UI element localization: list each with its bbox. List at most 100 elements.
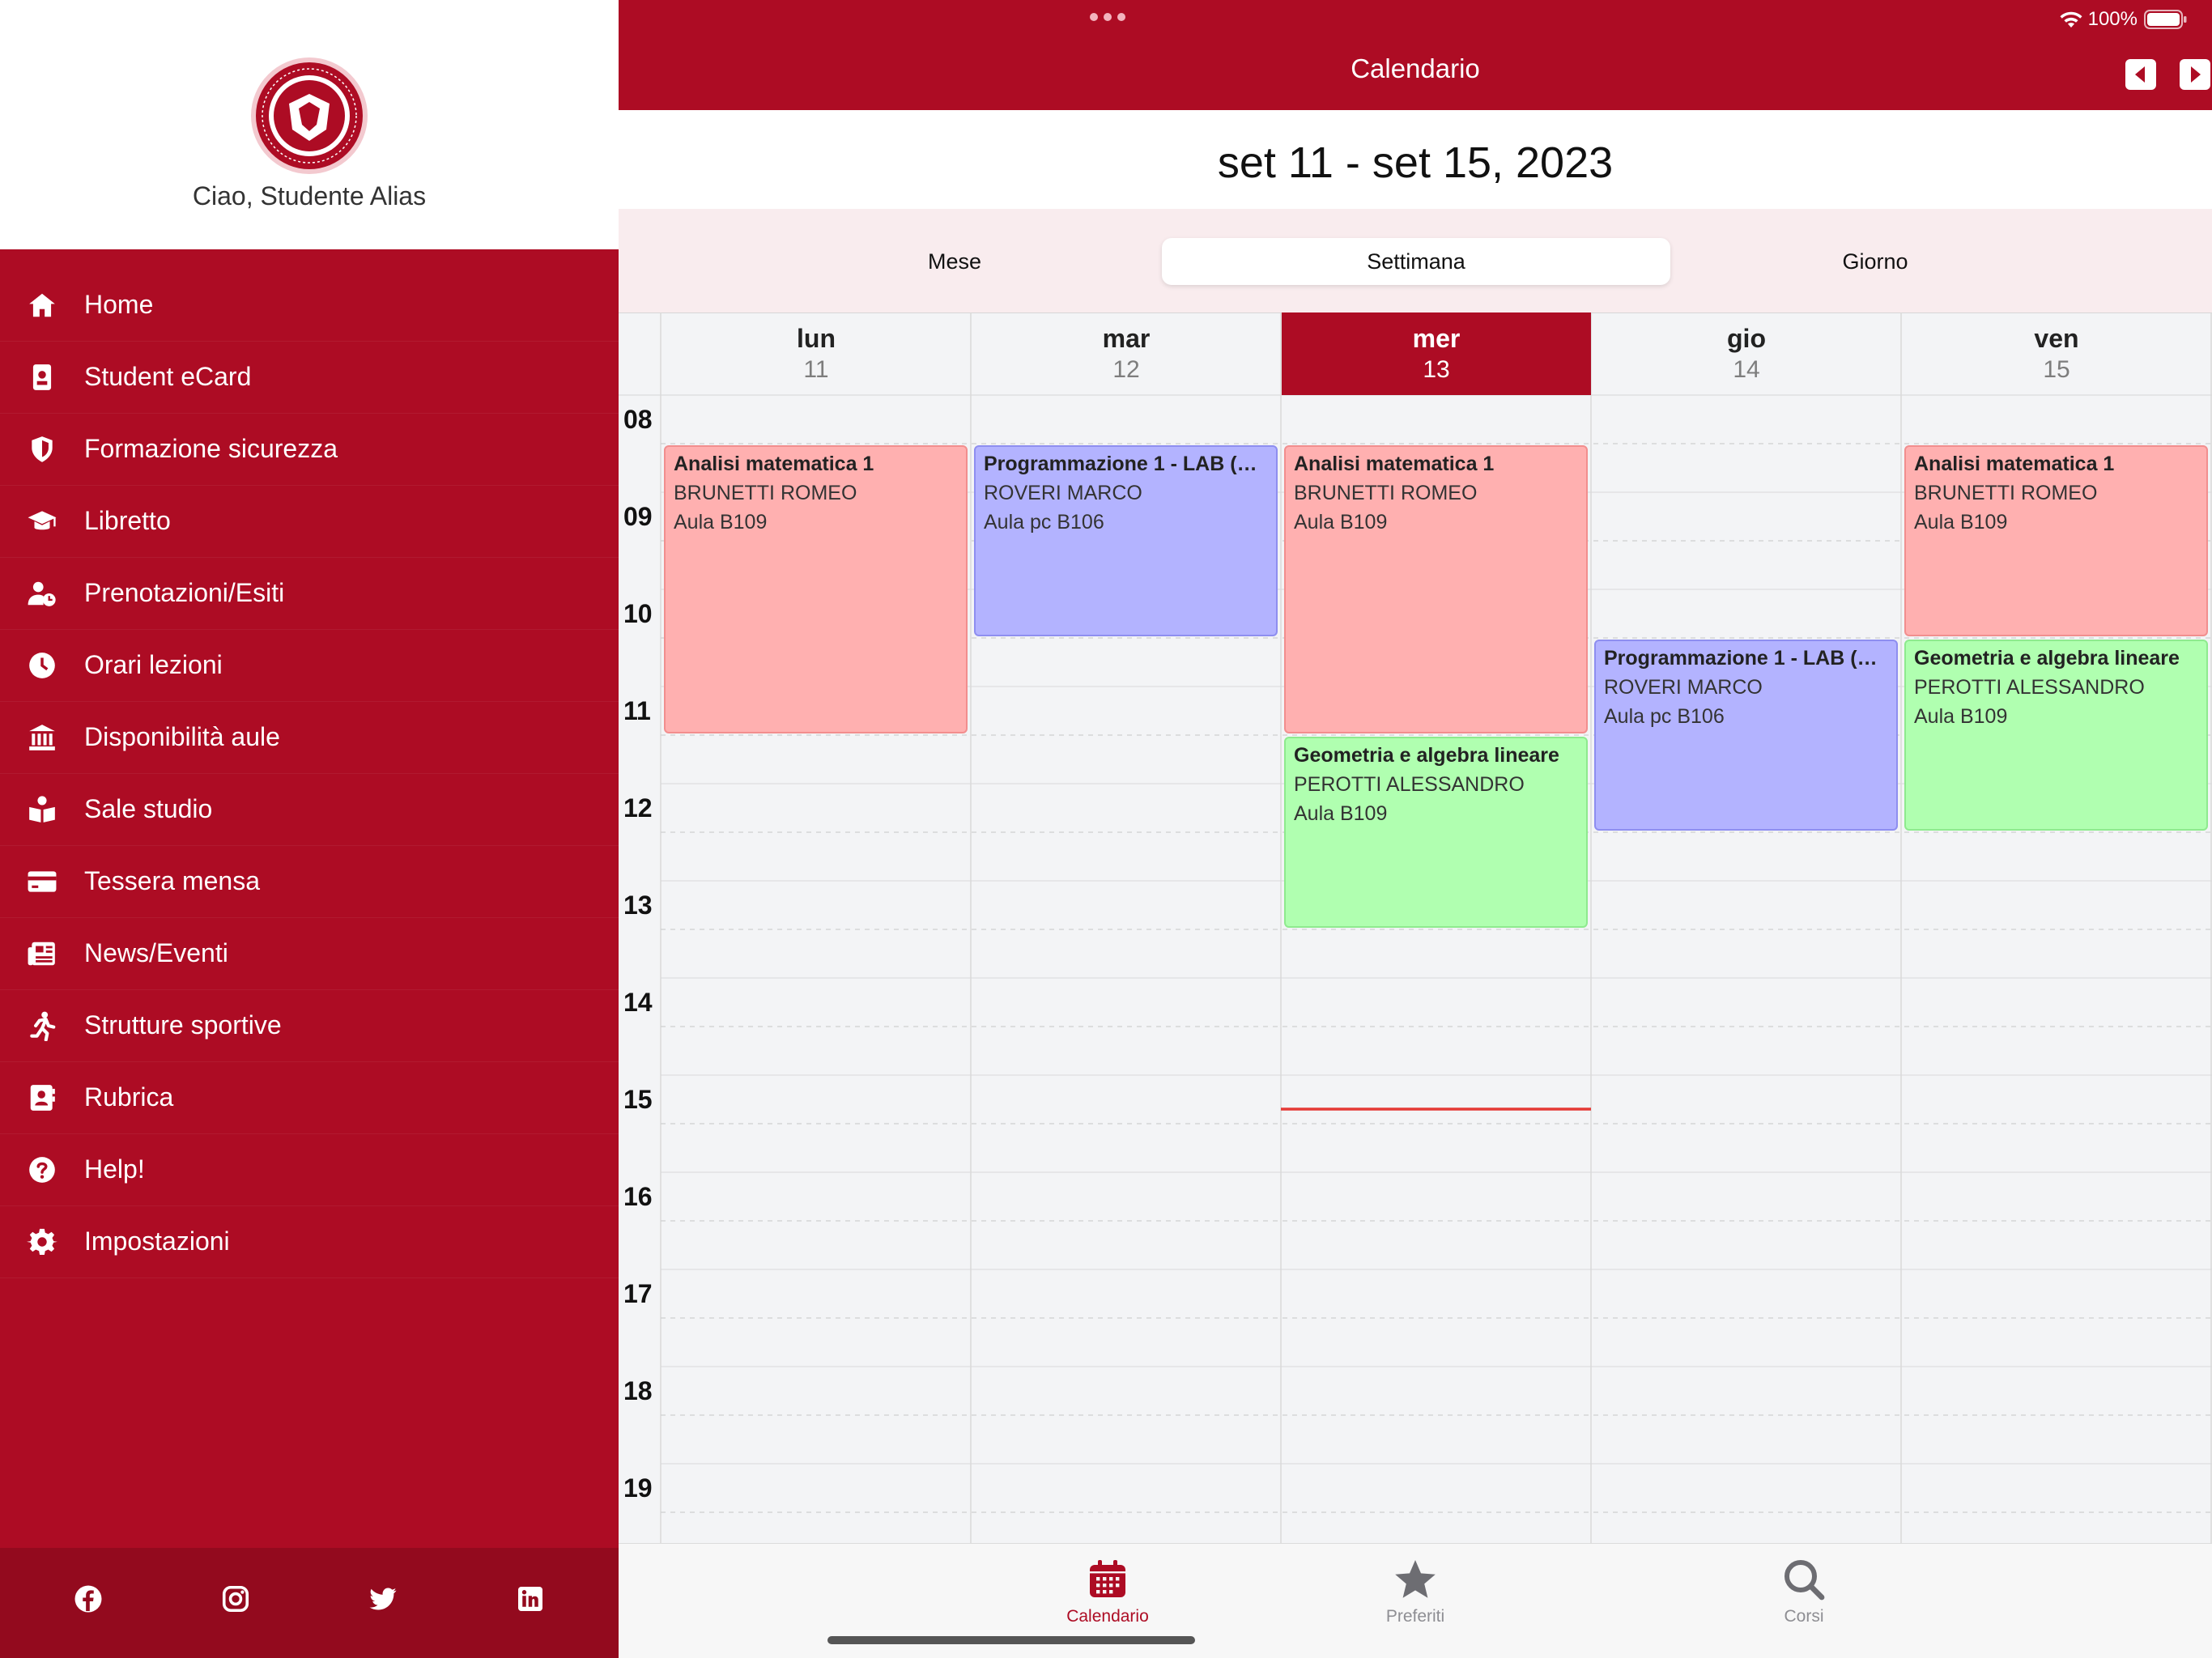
next-week-button[interactable]: [2180, 59, 2210, 90]
home-indicator: [827, 1636, 1195, 1644]
calendar-event[interactable]: Geometria e algebra lineare PEROTTI ALESS…: [1284, 737, 1588, 928]
navigation-bar: 100% Calendario: [619, 0, 2212, 110]
sidebar-item-news-eventi[interactable]: News/Eventi: [0, 918, 619, 990]
battery-icon: [2144, 10, 2187, 29]
university-seal-logo: [251, 57, 368, 174]
calendar-icon: [1090, 1560, 1125, 1597]
hour-label: 18: [623, 1376, 653, 1405]
event-room: Aula B109: [1294, 802, 1388, 825]
running-icon: [30, 1011, 56, 1041]
hour-label: 14: [623, 988, 653, 1017]
sidebar-item-prenotazioni-esiti[interactable]: Prenotazioni/Esiti: [0, 558, 619, 630]
sidebar-item-label: Tessera mensa: [84, 866, 260, 895]
hour-label: 17: [623, 1279, 653, 1308]
clock-icon: [29, 653, 55, 678]
caret-left-icon: [2135, 66, 2145, 83]
day-header-gio[interactable]: gio 14: [1592, 312, 1901, 395]
hour-label: 19: [623, 1473, 653, 1503]
event-title: Programmazione 1 - LAB (gruppo 2): [1604, 647, 1888, 670]
calendar-event[interactable]: Programmazione 1 - LAB (gruppo 1) ROVERI …: [974, 445, 1278, 636]
day-number: 12: [1112, 356, 1140, 383]
event-room: Aula pc B106: [984, 511, 1104, 534]
sidebar-item-formazione-sicurezza[interactable]: Formazione sicurezza: [0, 414, 619, 486]
sidebar: Ciao, Studente Alias Home Student eCard …: [0, 0, 619, 1658]
day-name: ven: [2034, 324, 2079, 353]
calendar-event[interactable]: Geometria e algebra lineare PEROTTI ALESS…: [1904, 640, 2208, 831]
twitter-icon[interactable]: [368, 1584, 398, 1613]
sidebar-item-label: Home: [84, 290, 154, 319]
calendar-event[interactable]: Analisi matematica 1 BRUNETTI ROMEO Aula B…: [664, 445, 968, 733]
sidebar-item-label: Formazione sicurezza: [84, 434, 338, 463]
status-bar: 100%: [2059, 6, 2188, 32]
event-title: Geometria e algebra lineare: [1914, 647, 2180, 670]
tab-label: Calendario: [1066, 1607, 1149, 1626]
week-calendar: lun 11 mar 12 mer 13 gio 14 ven 15 08 09 10 11 12 13 14…: [619, 312, 2212, 1543]
hour-label: 10: [623, 599, 653, 628]
calendar-event[interactable]: Analisi matematica 1 BRUNETTI ROMEO Aula B…: [1904, 445, 2208, 636]
day-number: 14: [1733, 356, 1760, 383]
day-header-ven[interactable]: ven 15: [1902, 312, 2211, 395]
day-header-mar[interactable]: mar 12: [972, 312, 1281, 395]
shield-icon: [32, 436, 53, 462]
event-teacher: PEROTTI ALESSANDRO: [1914, 676, 2145, 699]
day-header-mer[interactable]: mer 13: [1282, 312, 1591, 395]
sidebar-item-help[interactable]: Help!: [0, 1134, 619, 1206]
sidebar-item-home[interactable]: Home: [0, 270, 619, 342]
instagram-icon[interactable]: [221, 1584, 250, 1613]
view-tab-settimana[interactable]: Settimana: [1162, 238, 1670, 285]
sidebar-item-rubrica[interactable]: Rubrica: [0, 1062, 619, 1134]
event-teacher: ROVERI MARCO: [1604, 676, 1763, 699]
view-tab-mese[interactable]: Mese: [759, 238, 1151, 285]
hour-label: 16: [623, 1182, 653, 1211]
hour-label: 09: [623, 502, 653, 531]
day-number: 13: [1423, 356, 1450, 383]
event-title: Programmazione 1 - LAB (gruppo 1): [984, 453, 1268, 475]
id-card-icon: [32, 364, 52, 390]
multitasking-dots-icon[interactable]: [1088, 11, 1127, 23]
event-title: Analisi matematica 1: [1294, 453, 1495, 475]
tab-calendario[interactable]: Calendario: [1027, 1550, 1189, 1631]
event-title: Geometria e algebra lineare: [1294, 744, 1559, 767]
event-teacher: BRUNETTI ROMEO: [1914, 482, 2098, 504]
sidebar-item-student-ecard[interactable]: Student eCard: [0, 342, 619, 414]
tab-label: Corsi: [1784, 1607, 1824, 1626]
day-header-lun[interactable]: lun 11: [661, 312, 971, 395]
event-room: Aula B109: [674, 511, 768, 534]
user-clock-icon: [28, 581, 56, 606]
day-number: 15: [2043, 356, 2070, 383]
sidebar-item-sale-studio[interactable]: Sale studio: [0, 774, 619, 846]
event-room: Aula B109: [1914, 705, 2008, 728]
gear-icon: [27, 1228, 57, 1255]
graduation-cap-icon: [28, 511, 57, 530]
battery-percent: 100%: [2087, 8, 2138, 30]
event-room: Aula B109: [1914, 511, 2008, 534]
calendar-event[interactable]: Programmazione 1 - LAB (gruppo 2) ROVERI …: [1594, 640, 1898, 831]
event-title: Analisi matematica 1: [674, 453, 874, 475]
caret-right-icon: [2191, 66, 2201, 83]
facebook-icon[interactable]: [74, 1584, 103, 1613]
tab-corsi[interactable]: Corsi: [1723, 1550, 1885, 1631]
profile-header: Ciao, Studente Alias: [0, 0, 619, 249]
tab-preferiti[interactable]: Preferiti: [1334, 1550, 1496, 1631]
event-room: Aula B109: [1294, 511, 1388, 534]
calendar-event[interactable]: Analisi matematica 1 BRUNETTI ROMEO Aula B…: [1284, 445, 1588, 733]
sidebar-item-label: Libretto: [84, 506, 171, 535]
book-reader-icon: [29, 796, 55, 823]
date-range-title: set 11 - set 15, 2023: [1217, 138, 1614, 187]
sidebar-item-strutture-sportive[interactable]: Strutture sportive: [0, 990, 619, 1062]
sidebar-item-label: Help!: [84, 1154, 145, 1184]
sidebar-item-libretto[interactable]: Libretto: [0, 486, 619, 558]
sidebar-item-label: Rubrica: [84, 1082, 174, 1112]
hour-label: 12: [623, 793, 653, 823]
day-name: mar: [1102, 324, 1151, 353]
day-name: gio: [1727, 324, 1766, 353]
previous-week-button[interactable]: [2125, 59, 2156, 90]
sidebar-item-tessera-mensa[interactable]: Tessera mensa: [0, 846, 619, 918]
event-teacher: BRUNETTI ROMEO: [1294, 482, 1478, 504]
view-tab-giorno[interactable]: Giorno: [1679, 238, 2071, 285]
sidebar-item-orari-lezioni[interactable]: Orari lezioni: [0, 630, 619, 702]
sidebar-item-disponibilita-aule[interactable]: Disponibilità aule: [0, 702, 619, 774]
search-icon: [1784, 1560, 1825, 1601]
sidebar-item-impostazioni[interactable]: Impostazioni: [0, 1206, 619, 1278]
linkedin-icon[interactable]: [516, 1584, 545, 1613]
